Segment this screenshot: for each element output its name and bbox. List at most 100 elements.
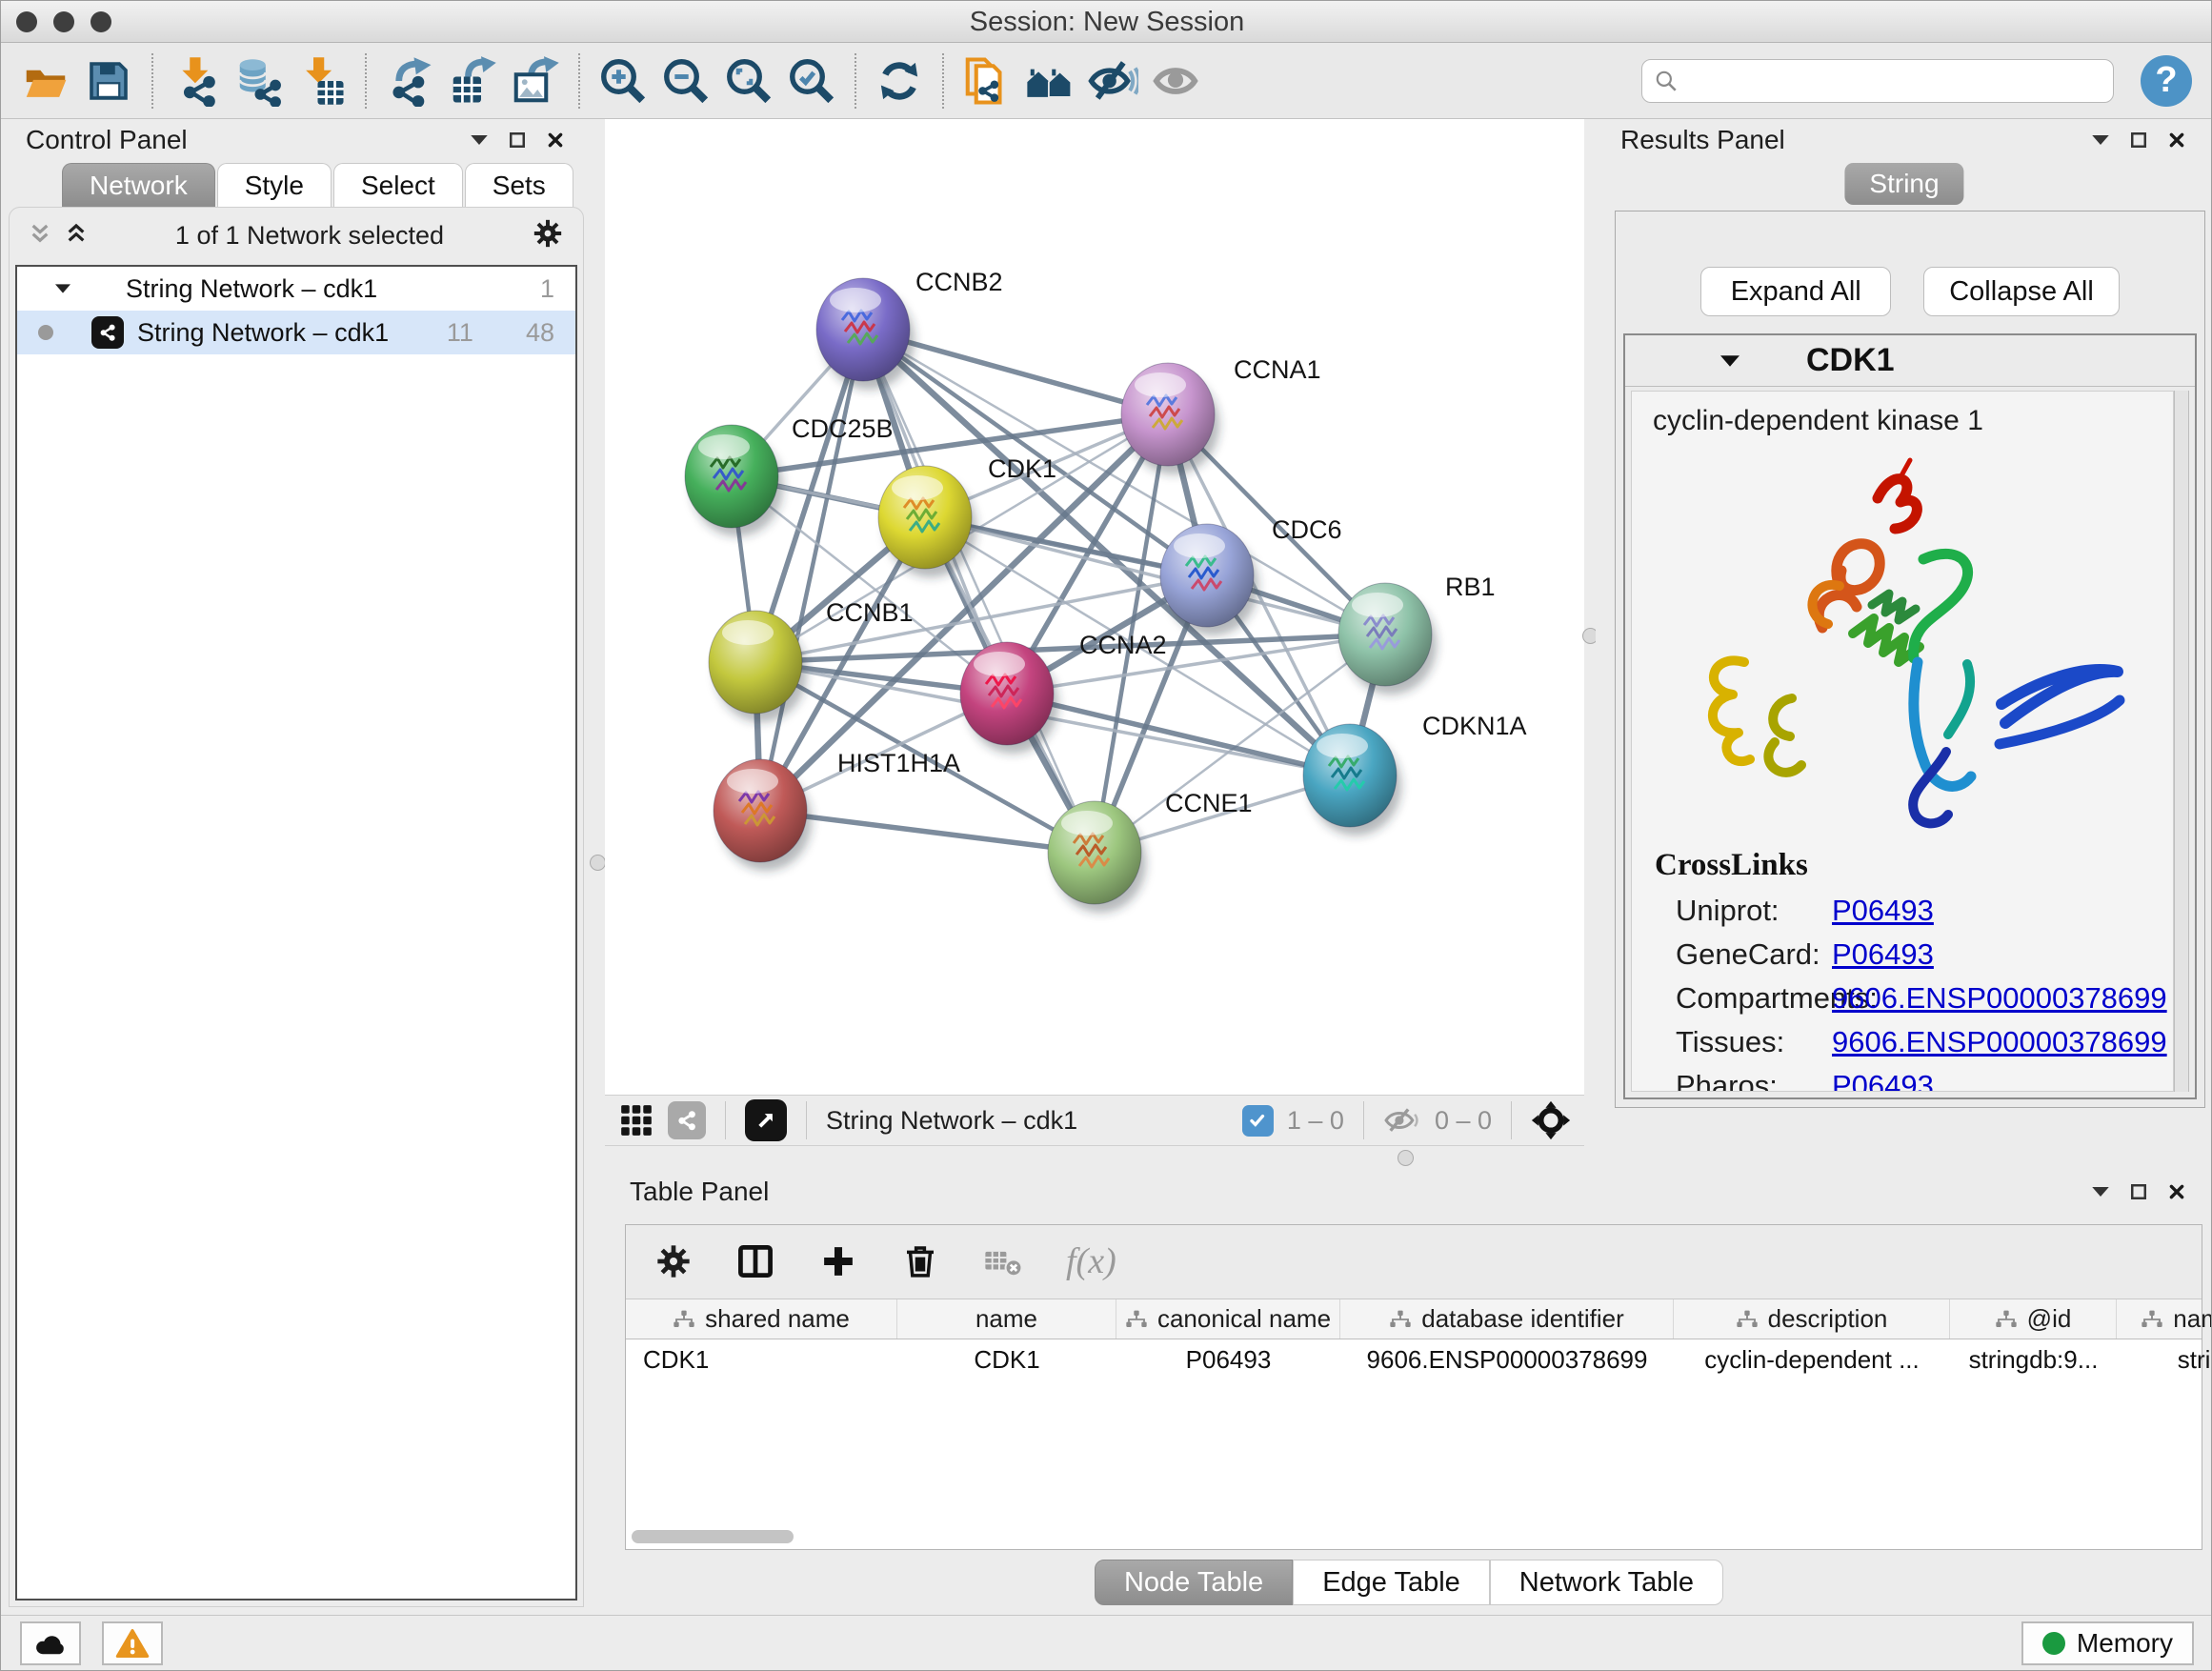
crosslink-link[interactable]: 9606.ENSP00000378699 xyxy=(1832,981,2167,1016)
node-CCNA2[interactable] xyxy=(960,642,1058,754)
node-CDKN1A[interactable] xyxy=(1303,724,1401,836)
collection-expand-caret[interactable] xyxy=(55,284,70,293)
network-share-icon[interactable] xyxy=(668,1101,706,1139)
current-network-dot xyxy=(38,325,53,340)
zoom-out-button[interactable] xyxy=(654,50,717,111)
network-row[interactable]: String Network – cdk1 11 48 xyxy=(17,311,575,354)
results-panel-close-button[interactable] xyxy=(2158,126,2196,154)
refresh-layout-button[interactable] xyxy=(868,50,931,111)
table-panel-close-button[interactable] xyxy=(2158,1178,2196,1206)
column-header-description[interactable]: description xyxy=(1674,1299,1950,1339)
tab-node-table[interactable]: Node Table xyxy=(1095,1560,1293,1605)
expand-all-button[interactable]: Expand All xyxy=(1700,267,1891,316)
tab-sets[interactable]: Sets xyxy=(465,163,573,207)
crosslinks-title: CrossLinks xyxy=(1632,842,2173,889)
column-header-@id[interactable]: @id xyxy=(1950,1299,2117,1339)
table-panel-float-button[interactable] xyxy=(2120,1178,2158,1206)
results-panel-float-button[interactable] xyxy=(2120,126,2158,154)
crosslink-label: Tissues: xyxy=(1632,1025,1832,1059)
crosslink-link[interactable]: 9606.ENSP00000378699 xyxy=(1832,1025,2167,1059)
column-header-shared-name[interactable]: shared name xyxy=(626,1299,897,1339)
results-panel-title: Results Panel xyxy=(1620,125,1785,155)
node-CCNA1[interactable] xyxy=(1121,363,1219,474)
tab-network[interactable]: Network xyxy=(62,163,215,207)
tab-edge-table[interactable]: Edge Table xyxy=(1293,1560,1490,1605)
network-collection-row[interactable]: String Network – cdk1 1 xyxy=(17,267,575,311)
cloud-status-button[interactable] xyxy=(20,1621,81,1665)
open-in-new-window-icon[interactable] xyxy=(745,1099,787,1141)
import-table-file-button[interactable] xyxy=(291,50,353,111)
table-panel-collapse-button[interactable] xyxy=(2081,1178,2120,1206)
import-network-file-button[interactable] xyxy=(165,50,228,111)
table-row[interactable]: CDK1CDK1P064939606.ENSP00000378699cyclin… xyxy=(626,1339,2202,1379)
control-panel-collapse-button[interactable] xyxy=(460,126,498,154)
table-options-gear-icon[interactable] xyxy=(654,1242,693,1280)
show-all-button[interactable] xyxy=(1144,50,1207,111)
zoom-selected-button[interactable] xyxy=(780,50,843,111)
export-image-button[interactable] xyxy=(504,50,567,111)
memory-button[interactable]: Memory xyxy=(2021,1621,2194,1665)
results-panel-collapse-button[interactable] xyxy=(2081,126,2120,154)
home-layout-button[interactable] xyxy=(1018,50,1081,111)
search-input[interactable] xyxy=(1686,65,2101,96)
collapse-all-networks-icon[interactable] xyxy=(29,223,51,249)
edge[interactable] xyxy=(760,330,863,811)
birds-eye-grid-icon[interactable] xyxy=(618,1102,654,1138)
node-CDK1[interactable] xyxy=(878,466,976,577)
export-table-button[interactable] xyxy=(441,50,504,111)
column-header-namespace[interactable]: namespace xyxy=(2117,1299,2212,1339)
selected-nodes-checkbox[interactable] xyxy=(1242,1105,1274,1137)
tab-network-table[interactable]: Network Table xyxy=(1490,1560,1723,1605)
tab-select[interactable]: Select xyxy=(333,163,463,207)
crosslink-link[interactable]: P06493 xyxy=(1832,937,1934,972)
crosslink-row: Tissues:9606.ENSP00000378699 xyxy=(1632,1020,2173,1064)
table-cell[interactable]: P06493 xyxy=(1116,1339,1340,1379)
import-network-database-button[interactable] xyxy=(228,50,291,111)
node-CCNE1[interactable] xyxy=(1048,801,1146,913)
column-header-canonical-name[interactable]: canonical name xyxy=(1116,1299,1340,1339)
table-horizontal-scrollbar[interactable] xyxy=(632,1530,794,1543)
table-cell[interactable]: CDK1 xyxy=(897,1339,1116,1379)
left-splitter[interactable] xyxy=(592,119,605,1617)
gene-entry-header[interactable]: CDK1 xyxy=(1625,335,2195,387)
table-cell[interactable]: stringdb xyxy=(2117,1339,2212,1379)
column-header-database-identifier[interactable]: database identifier xyxy=(1340,1299,1674,1339)
zoom-fit-button[interactable] xyxy=(717,50,780,111)
network-canvas[interactable]: CCNB2CCNA1CDC25BCDK1CDC6RB1CCNB1CCNA2CDK… xyxy=(605,119,1584,1095)
pan-crosshair-icon[interactable] xyxy=(1531,1100,1571,1140)
table-cell[interactable]: 9606.ENSP00000378699 xyxy=(1340,1339,1674,1379)
control-panel-close-button[interactable] xyxy=(536,126,574,154)
table-cell[interactable]: CDK1 xyxy=(626,1339,897,1379)
control-panel-float-button[interactable] xyxy=(498,126,536,154)
annotation-button[interactable] xyxy=(955,50,1018,111)
gene-collapse-caret[interactable] xyxy=(1720,355,1739,367)
column-header-name[interactable]: name xyxy=(897,1299,1116,1339)
zoom-in-button[interactable] xyxy=(592,50,654,111)
warnings-button[interactable] xyxy=(102,1621,163,1665)
hide-selected-button[interactable] xyxy=(1081,50,1144,111)
results-tab-string[interactable]: String xyxy=(1844,163,1963,205)
node-RB1[interactable] xyxy=(1338,583,1437,695)
crosslink-link[interactable]: P06493 xyxy=(1832,894,1934,928)
node-CDC25B[interactable] xyxy=(685,425,783,536)
network-graph[interactable]: CCNB2CCNA1CDC25BCDK1CDC6RB1CCNB1CCNA2CDK… xyxy=(605,119,1584,1095)
create-column-plus-icon[interactable] xyxy=(818,1241,858,1281)
edge[interactable] xyxy=(760,414,1168,811)
toolbar-separator xyxy=(855,53,856,109)
expand-all-networks-icon[interactable] xyxy=(65,223,88,249)
crosslink-row: Pharos:P06493 xyxy=(1632,1064,2173,1092)
tab-style[interactable]: Style xyxy=(217,163,332,207)
save-session-button[interactable] xyxy=(77,50,140,111)
crosslink-link[interactable]: P06493 xyxy=(1832,1069,1934,1092)
collapse-all-button[interactable]: Collapse All xyxy=(1923,267,2120,316)
node-CCNB2[interactable] xyxy=(816,278,915,390)
network-options-gear-icon[interactable] xyxy=(532,217,564,254)
show-columns-icon[interactable] xyxy=(734,1240,776,1282)
help-button[interactable]: ? xyxy=(2141,55,2192,107)
table-cell[interactable]: cyclin-dependent ... xyxy=(1674,1339,1950,1379)
results-scrollbar[interactable] xyxy=(2174,391,2189,1092)
open-session-button[interactable] xyxy=(14,50,77,111)
table-cell[interactable]: stringdb:9... xyxy=(1950,1339,2117,1379)
delete-column-trash-icon[interactable] xyxy=(900,1241,940,1281)
export-network-button[interactable] xyxy=(378,50,441,111)
